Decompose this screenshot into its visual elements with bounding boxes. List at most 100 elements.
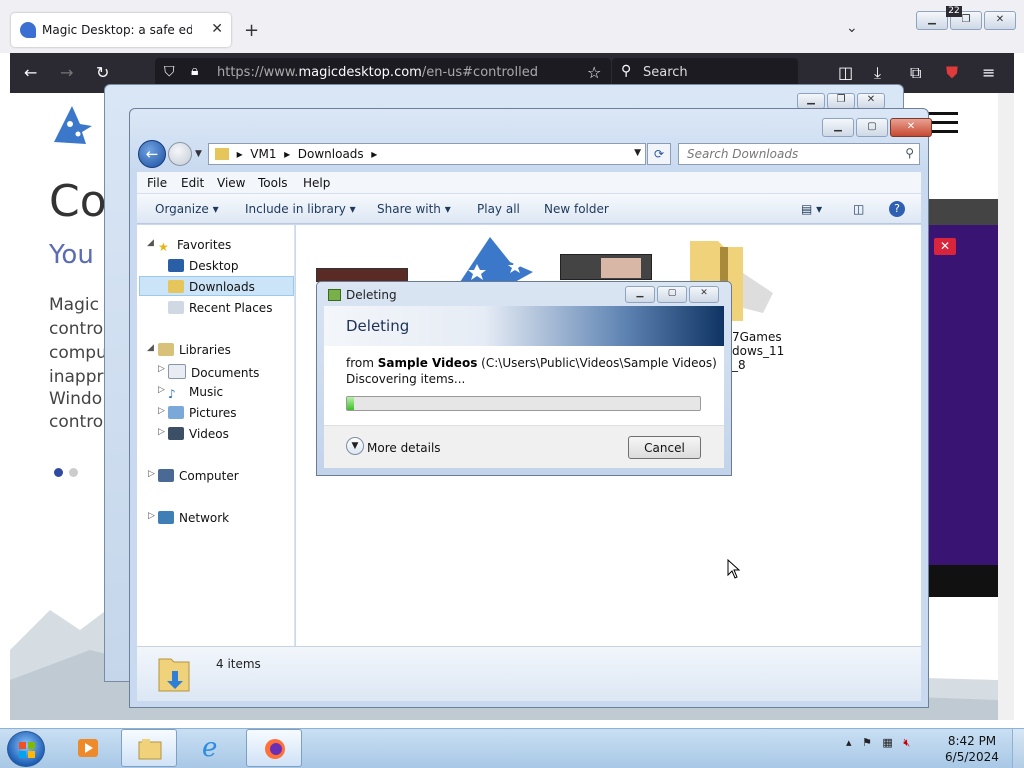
nav-documents[interactable]: ▷ Documents	[158, 364, 259, 380]
address-bar[interactable]: ▸ VM1 ▸ Downloads ▸ ▼	[208, 143, 646, 165]
menu-icon[interactable]: ≡	[982, 63, 995, 82]
videos-icon	[168, 427, 184, 440]
change-view-icon[interactable]: ▤ ▾	[801, 202, 822, 216]
page-scrollbar[interactable]	[998, 93, 1014, 720]
volume-muted-icon[interactable]: 🔇︎	[903, 736, 910, 749]
clock[interactable]: 8:42 PM 6/5/2024	[942, 733, 1002, 765]
desktop-icon	[168, 259, 184, 272]
network-icon[interactable]: ▦	[882, 736, 892, 749]
restore-icon[interactable]: ❐	[827, 93, 855, 109]
refresh-icon[interactable]: ⟳	[647, 143, 671, 165]
magicdesktop-logo-icon	[54, 106, 92, 144]
expand-icon[interactable]: ◢	[147, 343, 154, 353]
forward-button-icon[interactable]	[168, 142, 192, 166]
menu-tools[interactable]: Tools	[258, 176, 288, 190]
close-icon[interactable]: ✕	[689, 286, 719, 303]
include-in-library-button[interactable]: Include in library ▾	[245, 202, 356, 216]
wizard-hat-icon[interactable]	[455, 232, 535, 282]
downloads-folder-icon	[168, 280, 184, 293]
browser-tab-magicdesktop[interactable]: Magic Desktop: a safe educatio ✕	[11, 13, 231, 47]
play-all-button[interactable]: Play all	[477, 202, 520, 216]
film-thumbnail[interactable]	[560, 254, 652, 280]
show-hidden-icons-icon[interactable]: ▴	[846, 736, 852, 749]
maximize-icon[interactable]: ▢	[856, 118, 888, 137]
zip-file-label[interactable]: 7Games dows_11 _8	[732, 330, 784, 372]
nav-computer[interactable]: ▷ Computer	[148, 469, 239, 483]
pictures-icon	[168, 406, 184, 419]
help-icon[interactable]: ?	[889, 201, 905, 217]
menu-help[interactable]: Help	[303, 176, 330, 190]
carousel-dots[interactable]	[54, 466, 84, 480]
pocket-icon[interactable]: ◫	[838, 63, 853, 82]
collapse-icon[interactable]: ▷	[148, 469, 155, 479]
minimize-icon[interactable]: ▁	[797, 93, 825, 109]
flag-icon[interactable]: ⚑	[862, 736, 872, 749]
minimize-icon[interactable]: ▁	[822, 118, 854, 137]
bookmark-star-icon[interactable]: ☆	[587, 63, 601, 82]
expand-icon[interactable]: ◢	[147, 238, 154, 248]
more-details-toggle[interactable]: More details	[367, 441, 441, 455]
collapse-icon[interactable]: ▷	[158, 364, 165, 374]
menu-file[interactable]: File	[147, 176, 167, 190]
cancel-button[interactable]: Cancel	[628, 436, 701, 459]
new-tab-button[interactable]: +	[244, 20, 259, 41]
nav-downloads[interactable]: Downloads	[168, 280, 255, 294]
maximize-icon[interactable]: ▢	[657, 286, 687, 303]
nav-network[interactable]: ▷ Network	[148, 511, 229, 525]
collapse-icon[interactable]: ▷	[158, 406, 165, 416]
taskbar-media-player[interactable]	[60, 729, 116, 767]
breadcrumb-downloads[interactable]: Downloads	[298, 147, 364, 161]
share-with-button[interactable]: Share with ▾	[377, 202, 451, 216]
reload-icon[interactable]: ↻	[96, 63, 109, 82]
organize-button[interactable]: Organize ▾	[155, 202, 219, 216]
explorer-search-input[interactable]: Search Downloads ⚲	[678, 143, 920, 165]
collapse-icon[interactable]: ▷	[148, 511, 155, 521]
close-icon[interactable]: ✕	[890, 118, 932, 137]
new-folder-button[interactable]: New folder	[544, 202, 609, 216]
close-tab-icon[interactable]: ✕	[211, 21, 223, 37]
breadcrumb-vm1[interactable]: VM1	[250, 147, 276, 161]
nav-pictures[interactable]: ▷ Pictures	[158, 406, 237, 420]
close-icon[interactable]: ✕	[857, 93, 885, 109]
nav-recent-places[interactable]: Recent Places	[168, 301, 272, 315]
collapse-icon[interactable]: ▷	[158, 385, 165, 395]
forward-arrow-icon[interactable]: →	[60, 63, 73, 82]
close-icon[interactable]: ✕	[984, 11, 1016, 30]
minimize-icon[interactable]: ▁	[916, 11, 948, 30]
downloads-icon[interactable]: ⤓	[874, 63, 881, 83]
nav-videos[interactable]: ▷ Videos	[158, 427, 229, 441]
list-all-tabs-chevron-icon[interactable]: ⌄	[846, 20, 858, 36]
start-button[interactable]	[7, 731, 45, 767]
nav-music[interactable]: ▷ ♪ Music	[158, 385, 223, 401]
minimize-icon[interactable]: ▁	[625, 286, 655, 303]
site-menu-icon[interactable]	[928, 112, 958, 134]
video-thumbnail[interactable]	[316, 268, 408, 282]
back-button-icon[interactable]: ←	[138, 140, 166, 168]
show-desktop-button[interactable]	[1012, 729, 1024, 768]
site-paragraph-line: compu	[49, 343, 107, 363]
promo-close-button[interactable]: ✕	[934, 238, 956, 255]
recent-pages-chevron-icon[interactable]: ▼	[195, 149, 202, 159]
star-icon: ★	[158, 240, 169, 254]
address-dropdown-icon[interactable]: ▼	[634, 148, 641, 158]
lock-icon[interactable]: 🔒︎	[191, 63, 198, 79]
taskbar-internet-explorer[interactable]: e	[186, 729, 242, 767]
ublock-icon[interactable]: ⛊	[946, 63, 958, 83]
shield-icon[interactable]: ⛉	[164, 64, 175, 80]
progress-fill	[347, 397, 355, 410]
menu-view[interactable]: View	[217, 176, 245, 190]
nav-libraries[interactable]: ◢ Libraries	[147, 343, 231, 357]
tab-title: Magic Desktop: a safe educatio	[42, 23, 192, 37]
nav-favorites[interactable]: ◢ ★ Favorites	[147, 238, 231, 254]
extensions-icon[interactable]: ⧉	[910, 63, 921, 83]
collapse-icon[interactable]: ▷	[158, 427, 165, 437]
recent-places-icon	[168, 301, 184, 314]
taskbar-firefox[interactable]	[246, 729, 302, 767]
chevron-down-icon[interactable]: ▼	[346, 437, 364, 455]
menu-edit[interactable]: Edit	[181, 176, 204, 190]
nav-desktop[interactable]: Desktop	[168, 259, 239, 273]
back-arrow-icon[interactable]: ←	[24, 63, 37, 82]
preview-pane-icon[interactable]: ◫	[853, 202, 864, 216]
taskbar-explorer[interactable]	[121, 729, 177, 767]
computer-icon	[158, 469, 174, 482]
